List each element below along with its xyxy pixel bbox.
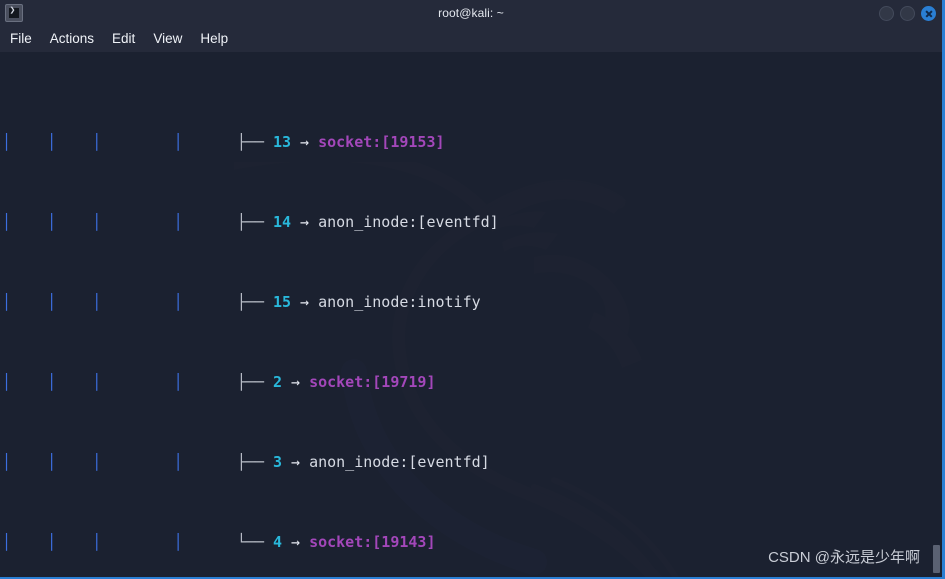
tree-guides: │ │ │ │	[2, 453, 237, 471]
fd-target: anon_inode:[eventfd]	[309, 453, 490, 471]
arrow-glyph: →	[281, 373, 310, 391]
tree-guides: │ │ │ │	[2, 533, 237, 551]
window-title: root@kali: ~	[438, 6, 504, 20]
tree-connector: ├──	[236, 213, 273, 231]
menu-item-help[interactable]: Help	[200, 32, 228, 46]
close-button[interactable]	[921, 5, 936, 21]
terminal-line: │ │ │ │ ├── 14 → anon_inode:[eventfd]	[2, 212, 942, 232]
window-titlebar[interactable]: root@kali: ~	[0, 0, 942, 26]
terminal-line: │ │ │ │ ├── 15 → anon_inode:inotify	[2, 292, 942, 312]
csdn-watermark: CSDN @永远是少年啊	[768, 549, 920, 566]
fd-target: socket:[19143]	[309, 533, 436, 551]
arrow-glyph: →	[281, 453, 310, 471]
fd-target: socket:[19153]	[318, 133, 445, 151]
fd-number: 3	[272, 453, 282, 471]
fd-number: 15	[272, 293, 291, 311]
tree-connector: ├──	[236, 293, 273, 311]
terminal-screen: │ │ │ │ ├── 13 → socket:[19153] │ │ │ │ …	[0, 52, 942, 577]
fd-target: socket:[19719]	[309, 373, 436, 391]
terminal-line: │ │ │ │ ├── 13 → socket:[19153]	[2, 132, 942, 152]
fd-number: 13	[272, 133, 291, 151]
scrollbar-thumb[interactable]	[933, 545, 940, 573]
tree-guides: │ │ │ │	[2, 293, 237, 311]
tree-guides: │ │ │ │	[2, 133, 237, 151]
fd-target: anon_inode:[eventfd]	[318, 213, 499, 231]
tree-connector: ├──	[236, 133, 273, 151]
terminal-scrollbar[interactable]	[931, 52, 942, 577]
tree-connector: ├──	[236, 373, 273, 391]
menu-item-view[interactable]: View	[153, 32, 182, 46]
arrow-glyph: →	[291, 133, 319, 151]
fd-target: anon_inode:inotify	[318, 293, 481, 311]
arrow-glyph: →	[281, 533, 310, 551]
arrow-glyph: →	[291, 293, 319, 311]
menu-item-file[interactable]: File	[10, 32, 32, 46]
fd-number: 2	[272, 373, 282, 391]
window-controls	[879, 0, 936, 26]
terminal-window: root@kali: ~ File Actions Edit View Help	[0, 0, 945, 579]
menu-item-edit[interactable]: Edit	[112, 32, 135, 46]
minimize-button[interactable]	[879, 5, 894, 21]
tree-connector: └──	[236, 533, 273, 551]
fd-number: 14	[272, 213, 291, 231]
terminal-icon	[5, 4, 23, 22]
menubar: File Actions Edit View Help	[0, 26, 942, 52]
terminal-line: │ │ │ │ ├── 2 → socket:[19719]	[2, 372, 942, 392]
menu-item-actions[interactable]: Actions	[50, 32, 94, 46]
tree-guides: │ │ │ │	[2, 213, 237, 231]
terminal-body[interactable]: │ │ │ │ ├── 13 → socket:[19153] │ │ │ │ …	[0, 52, 942, 577]
maximize-button[interactable]	[900, 5, 915, 21]
arrow-glyph: →	[291, 213, 319, 231]
terminal-line: │ │ │ │ ├── 3 → anon_inode:[eventfd]	[2, 452, 942, 472]
fd-number: 4	[272, 533, 282, 551]
tree-guides: │ │ │ │	[2, 373, 237, 391]
tree-connector: ├──	[236, 453, 273, 471]
